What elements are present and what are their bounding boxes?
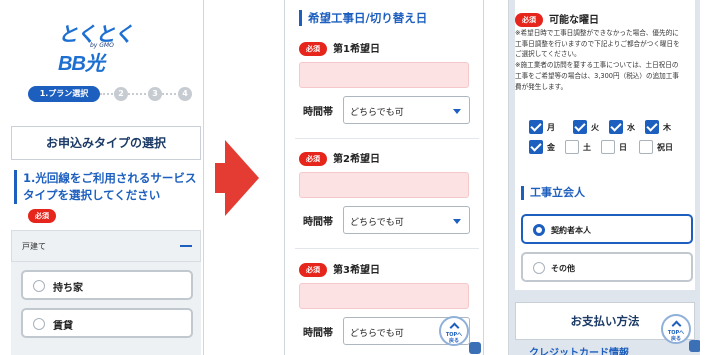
chevron-up-icon bbox=[671, 320, 682, 331]
option-label: 持ち家 bbox=[53, 283, 83, 294]
logo-text: とくとくBB光 bbox=[58, 24, 134, 75]
day-checkbox[interactable] bbox=[573, 120, 587, 134]
required-badge: 必須 bbox=[515, 13, 543, 27]
step-indicator: 1.プラン選択 2 3 4 bbox=[28, 86, 196, 102]
first-date-label: 必須 第1希望日 bbox=[299, 40, 380, 56]
radio-icon bbox=[33, 280, 45, 292]
back-to-top-button[interactable]: TOPへ 戻る bbox=[661, 314, 691, 344]
step-4: 4 bbox=[178, 87, 192, 101]
divider bbox=[295, 248, 479, 249]
possible-days-header: 必須 可能な曜日 bbox=[515, 8, 599, 27]
arrow-right-icon bbox=[215, 140, 259, 216]
day-checkbox[interactable] bbox=[639, 140, 653, 154]
step-2: 2 bbox=[114, 87, 128, 101]
first-time-select[interactable]: どちらでも可 bbox=[343, 96, 470, 124]
radio-icon bbox=[533, 262, 545, 274]
required-badge: 必須 bbox=[299, 263, 327, 277]
caret-down-icon bbox=[453, 109, 461, 114]
day-label: 木 bbox=[663, 123, 671, 132]
date-label-text: 第2希望日 bbox=[333, 154, 380, 165]
screen-construction-date: 希望工事日/切り替え日 必須 第1希望日 時間帯 どちらでも可 必須 第2希望日 時… bbox=[284, 0, 484, 355]
recaptcha-icon bbox=[469, 342, 481, 354]
option-owned-house[interactable]: 持ち家 bbox=[21, 270, 193, 300]
note-weekend-fee: ※施工業者の訪問を要する工事については、土日祝日の工事をご希望等の場合は、3,3… bbox=[515, 61, 679, 91]
day-checkbox[interactable] bbox=[529, 120, 543, 134]
application-type-title: お申込みタイプの選択 bbox=[11, 126, 201, 160]
day-label: 月 bbox=[547, 123, 555, 132]
day-checkbox[interactable] bbox=[529, 140, 543, 154]
screen-plan-selection: とくとくBB光 by GMO 1.プラン選択 2 3 4 お申込みタイプの選択 … bbox=[8, 0, 204, 355]
select-value: どちらでも可 bbox=[350, 218, 404, 228]
date-label-text: 第1希望日 bbox=[333, 44, 380, 55]
day-checkbox[interactable] bbox=[601, 140, 615, 154]
step-connector bbox=[128, 93, 150, 95]
top-button-text: TOPへ 戻る bbox=[667, 330, 685, 342]
step-current: 1.プラン選択 bbox=[28, 86, 100, 102]
possible-days-title: 可能な曜日 bbox=[549, 15, 599, 26]
second-time-select[interactable]: どちらでも可 bbox=[343, 206, 470, 234]
option-rental[interactable]: 賃貸 bbox=[21, 308, 193, 338]
caret-down-icon bbox=[453, 219, 461, 224]
recaptcha-icon bbox=[689, 340, 700, 352]
option-label: 賃貸 bbox=[53, 321, 73, 332]
date-label-text: 第3希望日 bbox=[333, 265, 380, 276]
select-value: どちらでも可 bbox=[350, 108, 404, 118]
logo-sub: by GMO bbox=[90, 42, 114, 49]
service-type-heading: 1.光回線をご利用されるサービスタイプを選択してください bbox=[14, 170, 200, 204]
time-label: 時間帯 bbox=[303, 107, 333, 118]
attendee-label: その他 bbox=[551, 264, 575, 273]
attendee-label: 契約者本人 bbox=[551, 226, 591, 235]
second-date-label: 必須 第2希望日 bbox=[299, 150, 380, 166]
third-date-input[interactable] bbox=[299, 283, 469, 309]
note-rescheduling: ※希望日時で工事日調整ができなかった場合、優先的に工事日調整を行いますので下記よ… bbox=[515, 29, 680, 59]
attendee-option-self[interactable]: 契約者本人 bbox=[521, 214, 693, 244]
day-checkbox[interactable] bbox=[609, 120, 623, 134]
chevron-up-icon bbox=[449, 322, 460, 333]
day-checkbox[interactable] bbox=[645, 120, 659, 134]
day-label: 水 bbox=[627, 123, 635, 132]
top-button-text: TOPへ 戻る bbox=[445, 332, 463, 344]
first-date-input[interactable] bbox=[299, 62, 469, 88]
construction-date-heading: 希望工事日/切り替え日 bbox=[299, 10, 427, 26]
radio-icon bbox=[33, 318, 45, 330]
required-badge: 必須 bbox=[299, 152, 327, 166]
credit-card-heading: クレジットカード情報 bbox=[529, 348, 629, 355]
required-badge: 必須 bbox=[299, 42, 327, 56]
screen-available-days: 必須 可能な曜日 ※希望日時で工事日調整ができなかった場合、優先的に工事日調整を行… bbox=[508, 0, 700, 355]
day-label: 土 bbox=[583, 143, 591, 152]
step-3: 3 bbox=[148, 87, 162, 101]
stage: とくとくBB光 by GMO 1.プラン選択 2 3 4 お申込みタイプの選択 … bbox=[0, 0, 710, 355]
divider bbox=[295, 138, 479, 139]
day-label: 祝日 bbox=[657, 143, 673, 152]
accordion-label: 戸建て bbox=[22, 242, 46, 251]
notes: ※希望日時で工事日調整ができなかった場合、優先的に工事日調整を行いますので下記よ… bbox=[515, 28, 685, 92]
select-value: どちらでも可 bbox=[350, 329, 404, 339]
second-date-input[interactable] bbox=[299, 172, 469, 198]
day-label: 火 bbox=[591, 123, 599, 132]
back-to-top-button[interactable]: TOPへ 戻る bbox=[439, 316, 469, 346]
accordion-detached-house[interactable]: 戸建て bbox=[11, 230, 201, 262]
day-label: 日 bbox=[619, 143, 627, 152]
time-label: 時間帯 bbox=[303, 328, 333, 339]
day-checkbox[interactable] bbox=[565, 140, 579, 154]
time-label: 時間帯 bbox=[303, 217, 333, 228]
required-badge: 必須 bbox=[28, 209, 56, 223]
attendee-option-other[interactable]: その他 bbox=[521, 252, 693, 282]
third-date-label: 必須 第3希望日 bbox=[299, 261, 380, 277]
attendee-heading: 工事立会人 bbox=[521, 186, 585, 200]
radio-selected-icon bbox=[533, 224, 545, 236]
minus-icon bbox=[180, 245, 192, 247]
day-label: 金 bbox=[547, 143, 555, 152]
